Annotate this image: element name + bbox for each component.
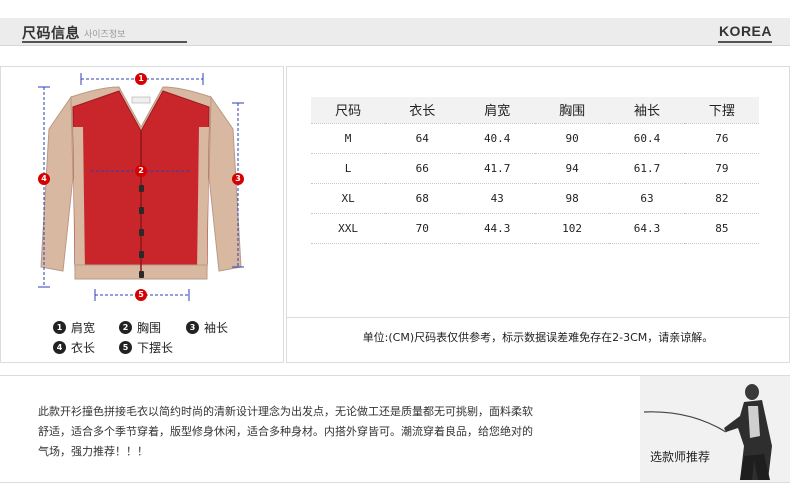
cell-hem: 76 <box>684 123 759 154</box>
cell-chest: 94 <box>534 153 610 184</box>
marker-1: 1 <box>135 73 147 85</box>
header-sleeve: 袖长 <box>609 97 685 124</box>
button <box>139 251 144 258</box>
legend-label: 袖长 <box>204 321 229 335</box>
table-row: XL 68 43 98 63 82 <box>311 183 759 214</box>
legend-number: 5 <box>119 341 132 354</box>
cell-hem: 85 <box>684 213 759 244</box>
header-size: 尺码 <box>311 97 386 124</box>
button <box>139 271 144 278</box>
button <box>139 229 144 236</box>
header-hem: 下摆 <box>684 97 759 124</box>
measurement-diagram-panel: 1 2 3 4 5 1 肩宽 2 胸围 3 袖长 4 衣长 5 下摆长 <box>0 66 284 363</box>
cell-length: 70 <box>385 213 460 244</box>
button <box>139 207 144 214</box>
cell-size: M <box>311 123 386 154</box>
cell-hem: 79 <box>684 153 759 184</box>
cell-sleeve: 64.3 <box>609 213 685 244</box>
marker-3: 3 <box>232 173 244 185</box>
cell-sleeve: 61.7 <box>609 153 685 184</box>
title-underline <box>22 41 187 43</box>
marker-5: 5 <box>135 289 147 301</box>
brand-label: KOREA <box>718 23 772 39</box>
fishing-rod <box>643 411 727 433</box>
neck-label <box>131 96 151 104</box>
legend-number: 4 <box>53 341 66 354</box>
legend-item: 2 胸围 <box>119 319 161 336</box>
cell-size: XL <box>311 183 386 214</box>
section-header: 尺码信息 사이즈정보 KOREA <box>0 18 790 46</box>
cell-chest: 102 <box>534 213 610 244</box>
table-header-row: 尺码 衣长 肩宽 胸围 袖长 下摆 <box>311 97 759 124</box>
figure-head <box>745 384 759 400</box>
legend-label: 衣长 <box>71 341 96 355</box>
section-subtitle: 사이즈정보 <box>84 30 126 40</box>
legend-item: 4 衣长 <box>53 339 95 356</box>
brand-underline <box>718 41 772 43</box>
cell-size: L <box>311 153 386 184</box>
cell-shoulder: 40.4 <box>459 123 535 154</box>
legend-label: 下摆长 <box>137 341 174 355</box>
note-divider <box>287 317 789 318</box>
table-row: L 66 41.7 94 61.7 79 <box>311 153 759 184</box>
legend-item: 3 袖长 <box>186 319 228 336</box>
cell-chest: 98 <box>534 183 610 214</box>
cell-chest: 90 <box>534 123 610 154</box>
cell-length: 68 <box>385 183 460 214</box>
size-disclaimer: 单位:(CM)尺码表仅供参考，标示数据误差难免存在2-3CM，请亲谅解。 <box>362 331 714 344</box>
figure-shirt <box>748 406 760 438</box>
legend-number: 2 <box>119 321 132 334</box>
table-row: XXL 70 44.3 102 64.3 85 <box>311 213 759 244</box>
legend-item: 1 肩宽 <box>53 319 95 336</box>
marker-4: 4 <box>38 173 50 185</box>
cell-length: 66 <box>385 153 460 184</box>
description-line: 此款开衫撞色拼接毛衣以简约时尚的清新设计理念为出发点，无论做工还是质量都无可挑剔… <box>38 405 533 418</box>
right-side-panel <box>197 127 209 272</box>
designer-figure-icon <box>643 384 772 480</box>
section-title: 尺码信息 <box>22 26 80 42</box>
header-chest: 胸围 <box>534 97 610 124</box>
marker-2: 2 <box>135 165 147 177</box>
description-line: 气场，强力推荐！！！ <box>38 445 148 458</box>
product-description: 此款开衫撞色拼接毛衣以简约时尚的清新设计理念为出发点，无论做工还是质量都无可挑剔… <box>38 402 593 462</box>
description-line: 舒适，适合多个季节穿着，版型修身休闲，适合多种身材。内搭外穿皆可。潮流穿着良品，… <box>38 425 533 438</box>
size-chart-panel: 尺码 衣长 肩宽 胸围 袖长 下摆 M 64 40.4 90 60.4 76 L… <box>286 66 790 363</box>
cell-hem: 82 <box>684 183 759 214</box>
header-length: 衣长 <box>385 97 460 124</box>
button <box>139 185 144 192</box>
header-shoulder: 肩宽 <box>459 97 535 124</box>
legend-item: 5 下摆长 <box>119 339 173 356</box>
legend-label: 肩宽 <box>71 321 96 335</box>
cell-sleeve: 63 <box>609 183 685 214</box>
product-description-section: 此款开衫撞色拼接毛衣以简约时尚的清新设计理念为出发点，无论做工还是质量都无可挑剔… <box>0 375 790 483</box>
legend-number: 1 <box>53 321 66 334</box>
legend-number: 3 <box>186 321 199 334</box>
cell-shoulder: 41.7 <box>459 153 535 184</box>
cardigan-illustration <box>38 73 244 301</box>
cell-length: 64 <box>385 123 460 154</box>
designer-recommend-panel: 选款师推荐 <box>640 376 790 482</box>
cell-size: XXL <box>311 213 386 244</box>
cell-shoulder: 44.3 <box>459 213 535 244</box>
table-row: M 64 40.4 90 60.4 76 <box>311 123 759 154</box>
cell-sleeve: 60.4 <box>609 123 685 154</box>
left-side-panel <box>73 127 85 272</box>
designer-recommend-label: 选款师推荐 <box>650 450 711 464</box>
size-table: 尺码 衣长 肩宽 胸围 袖长 下摆 M 64 40.4 90 60.4 76 L… <box>311 97 759 244</box>
cell-shoulder: 43 <box>459 183 535 214</box>
legend-label: 胸围 <box>137 321 162 335</box>
